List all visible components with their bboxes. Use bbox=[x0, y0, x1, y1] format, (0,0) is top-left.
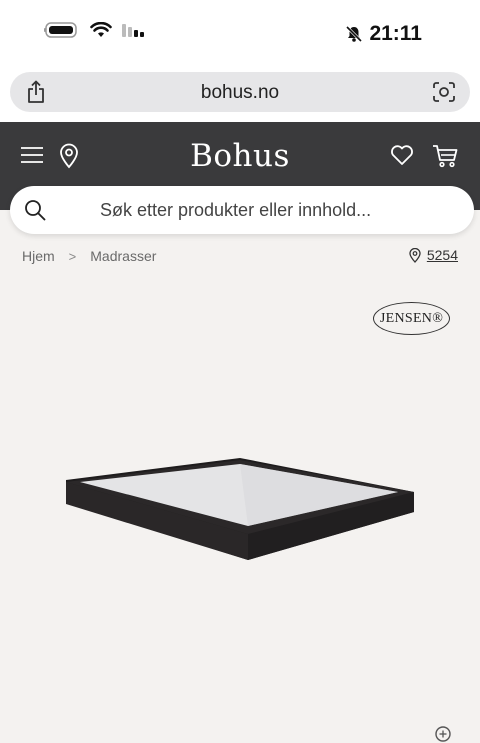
bell-muted-icon bbox=[346, 25, 363, 43]
zoom-in-icon[interactable] bbox=[434, 725, 454, 743]
product-image[interactable] bbox=[60, 450, 420, 568]
location-pin-icon bbox=[409, 247, 421, 263]
store-selector[interactable]: 5254 bbox=[409, 247, 458, 263]
search-icon[interactable] bbox=[24, 199, 46, 221]
signal-icon bbox=[122, 24, 144, 37]
breadcrumb-category[interactable]: Madrasser bbox=[90, 248, 156, 264]
status-right: 21:11 bbox=[345, 22, 422, 46]
wishlist-heart-icon[interactable] bbox=[390, 144, 414, 166]
address-bar[interactable]: bohus.no bbox=[10, 72, 470, 112]
shopping-cart-icon[interactable] bbox=[432, 144, 458, 168]
search-placeholder[interactable]: Søk etter produkter eller innhold... bbox=[100, 200, 371, 221]
battery-icon bbox=[44, 22, 77, 38]
search-input[interactable]: Søk etter produkter eller innhold... bbox=[10, 186, 474, 234]
breadcrumb-home[interactable]: Hjem bbox=[22, 248, 55, 264]
camera-search-icon[interactable] bbox=[432, 81, 456, 103]
url-text[interactable]: bohus.no bbox=[10, 82, 470, 104]
browser-toolbar: bohus.no bbox=[0, 66, 480, 122]
chevron-right-icon: > bbox=[68, 248, 77, 264]
clock: 21:11 bbox=[369, 22, 422, 45]
wifi-icon bbox=[90, 22, 112, 37]
store-code[interactable]: 5254 bbox=[427, 247, 458, 263]
status-left bbox=[44, 22, 148, 38]
breadcrumb: Hjem > Madrasser bbox=[22, 248, 156, 264]
brand-logo: JENSEN® bbox=[373, 302, 450, 335]
status-bar: 21:11 bbox=[0, 0, 480, 66]
